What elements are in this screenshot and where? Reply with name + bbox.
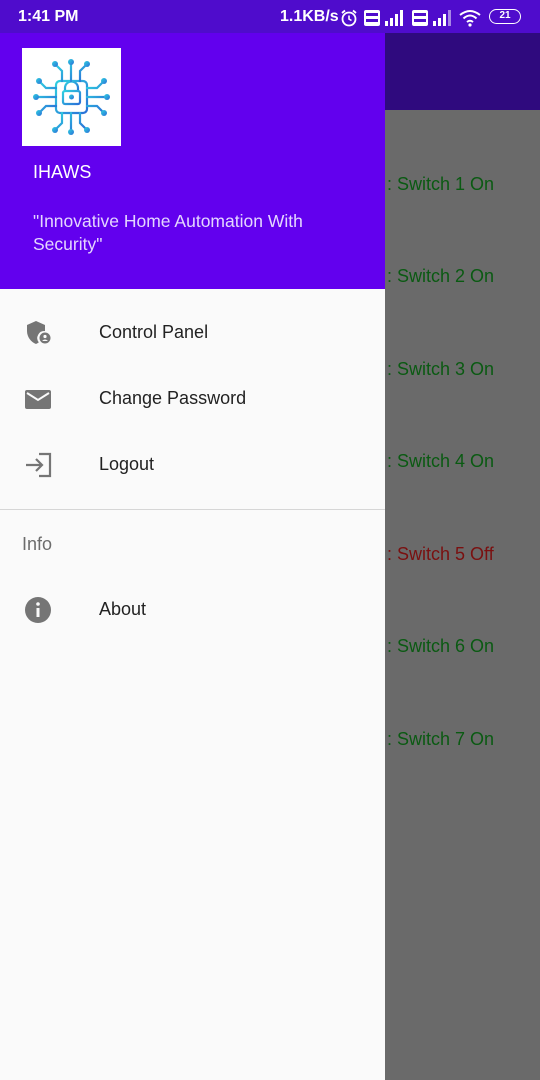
app-name: IHAWS: [33, 162, 92, 182]
shield-user-icon: [27, 321, 51, 344]
drawer-header: IHAWS "Innovative Home Automation With S…: [0, 0, 385, 289]
volte-icon: [412, 10, 428, 26]
navigation-drawer: IHAWS "Innovative Home Automation With S…: [0, 0, 385, 1080]
menu-item-logout[interactable]: Logout: [0, 433, 385, 497]
status-time: 1:41 PM: [18, 8, 79, 25]
menu-item-about[interactable]: About: [0, 578, 385, 642]
menu-item-change-password[interactable]: Change Password: [0, 367, 385, 431]
info-icon: [25, 597, 51, 623]
volte-icon: [364, 10, 380, 26]
battery-level: 21: [499, 10, 511, 21]
menu-divider: [0, 509, 385, 510]
menu-label-change-password: Change Password: [99, 388, 247, 408]
section-header-info: Info: [22, 534, 53, 554]
menu-item-control-panel[interactable]: Control Panel: [0, 301, 385, 365]
app-logo: [22, 48, 121, 146]
logout-icon: [26, 452, 52, 478]
switch-status-3: : Switch 3 On: [387, 359, 495, 379]
alarm-icon: [341, 9, 357, 27]
app-tagline: "Innovative Home Automation With Securit…: [33, 211, 303, 254]
battery-icon: 21: [489, 9, 521, 24]
status-bar: 1:41 PM 1.1KB/s 21: [0, 0, 540, 33]
switch-status-7: : Switch 7 On: [387, 729, 495, 749]
circuit-lock-icon: [33, 59, 110, 135]
menu-label-logout: Logout: [99, 454, 155, 474]
switch-status-5: : Switch 5 Off: [387, 544, 494, 564]
network-speed: 1.1KB/s: [280, 8, 339, 25]
menu-label-control-panel: Control Panel: [99, 322, 209, 342]
signal-icon: [385, 10, 403, 26]
wifi-icon: [459, 10, 481, 27]
switch-status-4: : Switch 4 On: [387, 451, 495, 471]
signal-icon: [433, 10, 451, 26]
menu-label-about: About: [99, 599, 147, 619]
mail-icon: [25, 390, 51, 409]
switch-status-2: : Switch 2 On: [387, 266, 495, 286]
switch-status-6: : Switch 6 On: [387, 636, 495, 656]
switch-status-1: : Switch 1 On: [387, 174, 495, 194]
